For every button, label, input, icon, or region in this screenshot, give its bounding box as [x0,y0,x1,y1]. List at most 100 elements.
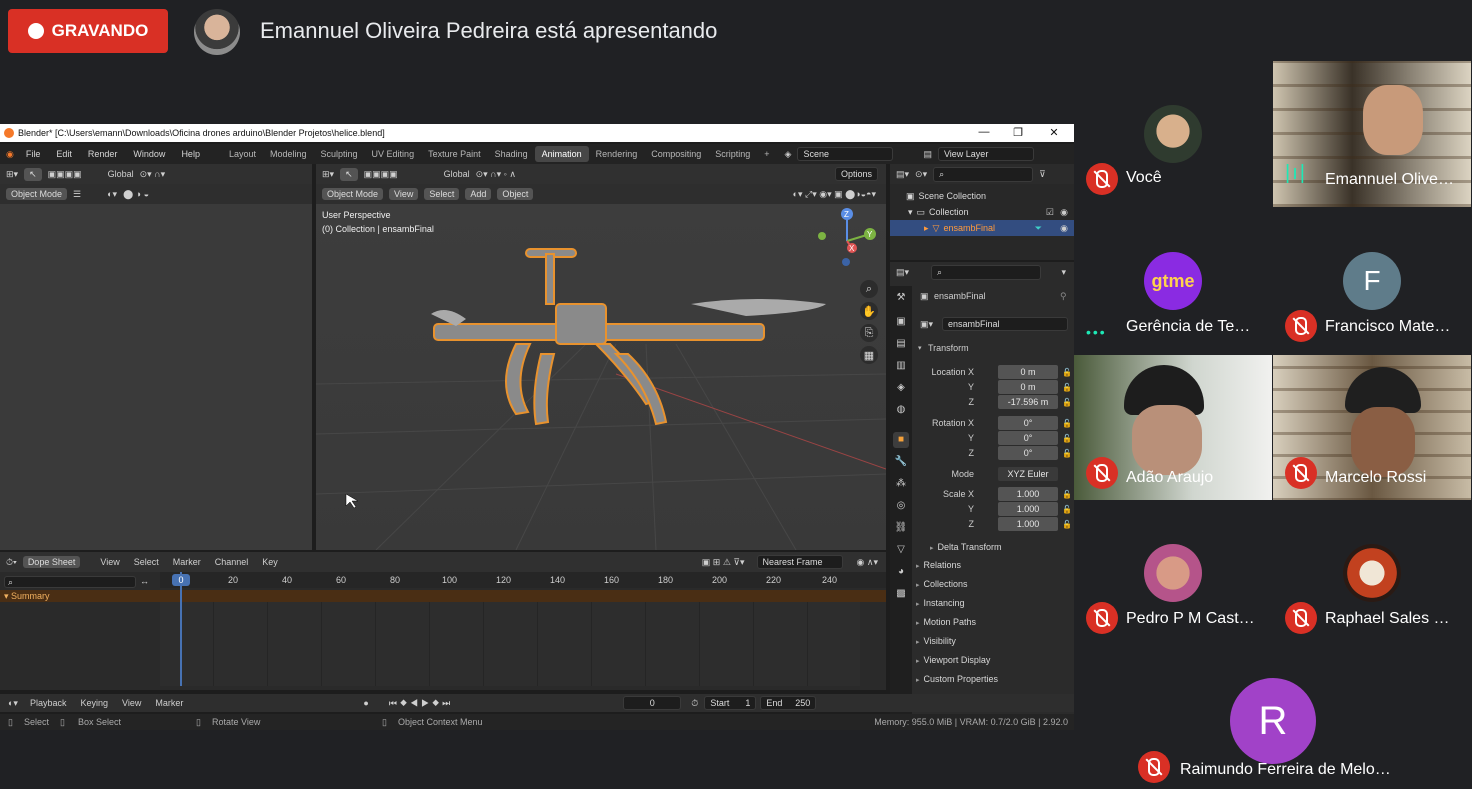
frame-ruler[interactable]: 20 40 60 80 100 120 140 160 180 200 220 … [160,572,886,588]
viewport-display-section[interactable]: ▸ Viewport Display [916,655,990,665]
constraints-tab-icon[interactable]: ⛓ [893,520,909,536]
lock-icon[interactable]: 🔓 [1062,505,1072,514]
viewport-mode-dropdown[interactable]: Object Mode [322,188,384,200]
transform-header[interactable]: ▾ Transform [912,340,1074,356]
tab-sculpting[interactable]: Sculpting [314,146,365,162]
viewport-select-tool-icon[interactable]: ↖ [340,167,358,181]
hamburger-icon[interactable]: ☰ [73,189,81,200]
menu-help[interactable]: Help [173,149,208,159]
pin-icon[interactable]: ⚲ [1060,291,1067,302]
drone-model[interactable] [433,248,765,426]
expand-right-icon[interactable]: ▸ [924,223,929,234]
dope-sheet-grid[interactable] [160,602,860,686]
dope-search-input[interactable]: ⌕ [4,576,154,588]
scale-z-field[interactable]: 1.000 [998,517,1058,531]
particles-tab-icon[interactable]: ⁂ [893,476,909,492]
tab-animation[interactable]: Animation [534,146,589,162]
transform-collapse-icon[interactable]: ▾ [918,344,922,352]
viewport-menu-add[interactable]: Add [465,188,492,200]
swap-icon[interactable]: ↔ [140,576,149,586]
visibility-icon[interactable]: ◐▾ [107,189,117,200]
world-tab-icon[interactable]: ◍ [893,402,909,418]
eye-icon[interactable]: ◉ [1060,207,1068,218]
left-editor-canvas[interactable] [0,204,312,550]
menu-edit[interactable]: Edit [48,149,80,159]
menu-file[interactable]: File [18,149,49,159]
object-row[interactable]: ▸ ▽ ensambFinal ⏷ ◉ [890,220,1074,236]
options-dropdown[interactable]: Options [834,167,878,181]
lock-icon[interactable]: 🔓 [1062,398,1072,407]
editor-type-icon[interactable]: ⊞▾ [6,169,18,180]
tab-compositing[interactable]: Compositing [644,146,708,162]
relations-section[interactable]: ▸ Relations [916,560,961,570]
dope-mode-dropdown[interactable]: Dope Sheet [22,556,81,568]
location-y-field[interactable]: 0 m [998,380,1058,394]
record-key-icon[interactable]: ● [363,698,368,708]
lock-icon[interactable]: 🔓 [1062,449,1072,458]
scene-icon[interactable]: ◈ [785,149,792,160]
object-name-field[interactable]: ensambFinal [942,317,1068,331]
viewport-menu-select[interactable]: Select [424,188,460,200]
summary-channel[interactable]: ▾ Summary [0,590,886,602]
texture-tab-icon[interactable]: ▩ [893,586,909,602]
scale-y-field[interactable]: 1.000 [998,502,1058,516]
playhead-frame-label[interactable]: 0 [172,574,190,586]
grid-icon[interactable]: ▦ [860,346,878,364]
minimize-icon[interactable]: — [972,126,996,138]
select-mode-icons[interactable]: ▣▣▣▣ [48,169,82,180]
end-frame-field[interactable]: End 250 [760,696,817,710]
left-mode-dropdown[interactable]: Object Mode [6,188,68,200]
current-frame-field[interactable]: 0 [623,696,682,710]
view-layer-tab-icon[interactable]: ▥ [893,358,909,374]
properties-search-input[interactable]: ⌕ [931,264,1042,280]
select-tool-icon[interactable]: ↖ [24,167,42,181]
viewport-menu-view[interactable]: View [389,188,419,200]
dope-menu-marker[interactable]: Marker [173,557,201,567]
tab-scripting[interactable]: Scripting [708,146,757,162]
menu-render[interactable]: Render [80,149,126,159]
custom-properties-section[interactable]: ▸ Custom Properties [916,674,998,684]
menu-window[interactable]: Window [125,149,173,159]
rotation-x-field[interactable]: 0° [998,416,1058,430]
viewport-canvas[interactable]: User Perspective (0) Collection | ensamb… [316,204,886,550]
expand-down-icon[interactable]: ▾ [908,207,913,218]
tab-uv-editing[interactable]: UV Editing [365,146,422,162]
object-field-icon[interactable]: ▣▾ [920,319,933,330]
view-layer-icon[interactable]: ▤ [923,149,932,160]
dope-menu-view[interactable]: View [100,557,119,567]
add-workspace-icon[interactable]: + [757,146,776,162]
motion-paths-section[interactable]: ▸ Motion Paths [916,617,976,627]
playback-controls-icons[interactable]: ⏮◆◀▶◆⏭ [389,698,453,709]
lock-icon[interactable]: 🔓 [1062,434,1072,443]
preview-range-icon[interactable]: ⏱ [691,698,698,709]
tab-shading[interactable]: Shading [488,146,535,162]
rotation-z-field[interactable]: 0° [998,446,1058,460]
dope-menu-select[interactable]: Select [134,557,159,567]
timeline-type-icon[interactable]: ◐▾ [8,698,18,709]
scene-collection-row[interactable]: ▣ Scene Collection [890,188,1074,204]
viewport-editor-type-icon[interactable]: ⊞▾ [322,169,334,180]
rotation-mode-dropdown[interactable]: XYZ Euler [998,467,1058,481]
material-tab-icon[interactable]: ◕ [893,564,909,580]
viewport-snap-icon[interactable]: ⊙▾ ∩▾ ◦ ∧ [476,169,516,180]
participant-tile-raimundo[interactable]: R Raimundo Ferreira de Melo… [1128,646,1418,789]
properties-options-icon[interactable]: ▾ [1061,267,1066,278]
maximize-icon[interactable]: ❐ [1006,126,1030,139]
object-eye-icon[interactable]: ◉ [1060,223,1068,234]
checkbox-icon[interactable]: ☑ [1046,207,1054,218]
tab-modeling[interactable]: Modeling [263,146,314,162]
dope-filter-icons[interactable]: ▣ ⊞ ⚠ ⊽▾ [702,557,745,568]
viewport-orientation[interactable]: Global [444,169,470,179]
shading-icons[interactable]: ⬤ ◑ ◒ [123,189,149,200]
tab-rendering[interactable]: Rendering [589,146,645,162]
lock-icon[interactable]: 🔓 [1062,368,1072,377]
filter-icon[interactable]: ⊽ [1039,169,1046,180]
location-x-field[interactable]: 0 m [998,365,1058,379]
instancing-section[interactable]: ▸ Instancing [916,598,965,608]
dope-menu-channel[interactable]: Channel [215,557,249,567]
rotation-y-field[interactable]: 0° [998,431,1058,445]
menu-playback[interactable]: Playback [30,698,67,708]
snap-dropdown[interactable]: Nearest Frame [756,555,843,569]
lock-icon[interactable]: 🔓 [1062,490,1072,499]
camera-icon[interactable]: ⎘ [860,324,878,342]
